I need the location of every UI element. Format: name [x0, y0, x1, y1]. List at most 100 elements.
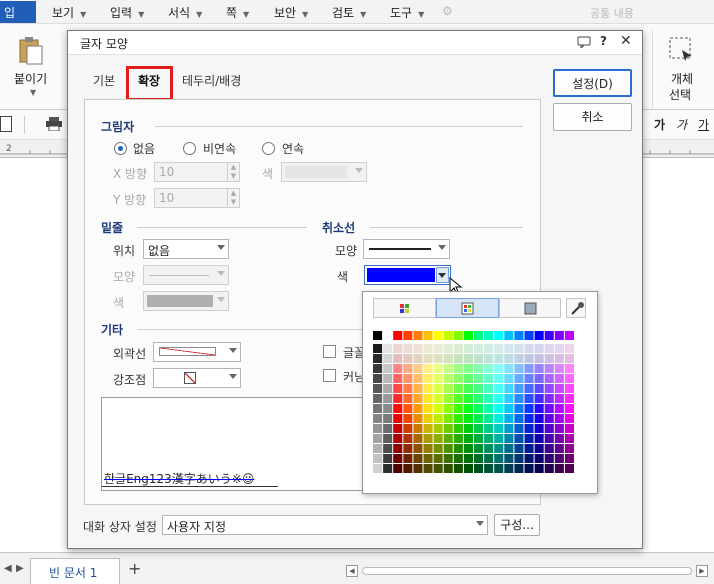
color-swatch[interactable] [453, 414, 463, 423]
color-swatch[interactable] [514, 454, 524, 463]
color-swatch[interactable] [423, 444, 433, 453]
color-swatch[interactable] [544, 354, 554, 363]
color-swatch[interactable] [554, 374, 564, 383]
color-swatch[interactable] [443, 354, 453, 363]
color-swatch[interactable] [514, 434, 524, 443]
color-swatch[interactable] [463, 464, 473, 473]
chevron-down-icon[interactable]: ▼ [30, 88, 36, 97]
color-swatch[interactable] [413, 384, 423, 393]
palette-tab-rgb[interactable] [436, 298, 499, 318]
color-swatch[interactable] [423, 344, 433, 353]
color-swatch[interactable] [484, 344, 494, 353]
color-swatch[interactable] [494, 384, 504, 393]
outline-combo[interactable] [153, 342, 241, 362]
color-swatch[interactable] [544, 394, 554, 403]
color-swatch[interactable] [373, 444, 383, 453]
color-swatch[interactable] [383, 364, 393, 373]
color-swatch[interactable] [474, 444, 484, 453]
color-swatch[interactable] [544, 434, 554, 443]
color-swatch[interactable] [484, 414, 494, 423]
color-swatch[interactable] [554, 414, 564, 423]
color-swatch[interactable] [564, 384, 574, 393]
color-swatch[interactable] [514, 331, 524, 340]
color-swatch[interactable] [494, 434, 504, 443]
combo-button[interactable] [436, 267, 449, 283]
color-swatch[interactable] [453, 331, 463, 340]
color-swatch[interactable] [554, 424, 564, 433]
menu-item-page[interactable]: 쪽 ▼ [226, 4, 249, 21]
color-swatch[interactable] [413, 344, 423, 353]
color-swatch[interactable] [504, 344, 514, 353]
shadow-none-radio[interactable] [114, 142, 127, 155]
color-swatch[interactable] [484, 374, 494, 383]
color-swatch[interactable] [383, 434, 393, 443]
color-swatch[interactable] [564, 404, 574, 413]
color-swatch[interactable] [564, 394, 574, 403]
color-swatch[interactable] [423, 364, 433, 373]
color-swatch[interactable] [524, 374, 534, 383]
hscroll-right-button[interactable]: ▶ [696, 565, 708, 577]
underline-button[interactable]: 가 [698, 116, 709, 133]
color-swatch[interactable] [544, 424, 554, 433]
help-icon[interactable]: ? [600, 34, 607, 48]
menu-item-security[interactable]: 보안 ▼ [274, 4, 308, 21]
color-swatch[interactable] [474, 414, 484, 423]
bold-button[interactable]: 가 [654, 116, 665, 133]
color-swatch[interactable] [514, 384, 524, 393]
color-swatch[interactable] [524, 434, 534, 443]
color-swatch[interactable] [494, 394, 504, 403]
color-swatch[interactable] [564, 424, 574, 433]
color-swatch[interactable] [524, 404, 534, 413]
color-swatch[interactable] [443, 384, 453, 393]
color-swatch[interactable] [443, 344, 453, 353]
color-swatch[interactable] [403, 331, 413, 340]
color-swatch[interactable] [373, 344, 383, 353]
color-swatch[interactable] [484, 444, 494, 453]
color-swatch[interactable] [474, 374, 484, 383]
color-swatch[interactable] [403, 394, 413, 403]
color-swatch[interactable] [494, 344, 504, 353]
color-swatch[interactable] [413, 414, 423, 423]
color-swatch[interactable] [393, 374, 403, 383]
color-swatch[interactable] [413, 434, 423, 443]
strike-shape-combo[interactable] [363, 239, 450, 259]
color-swatch[interactable] [433, 464, 443, 473]
color-swatch[interactable] [393, 424, 403, 433]
color-swatch[interactable] [474, 454, 484, 463]
color-swatch[interactable] [413, 454, 423, 463]
strike-color-combo[interactable] [364, 265, 451, 285]
spin-icon[interactable]: ▲ ▼ [227, 189, 239, 207]
color-swatch[interactable] [453, 404, 463, 413]
color-swatch[interactable] [393, 354, 403, 363]
color-swatch[interactable] [524, 354, 534, 363]
color-swatch[interactable] [413, 424, 423, 433]
color-swatch[interactable] [433, 384, 443, 393]
color-swatch[interactable] [463, 354, 473, 363]
color-swatch[interactable] [423, 464, 433, 473]
color-swatch[interactable] [393, 384, 403, 393]
color-swatch[interactable] [524, 384, 534, 393]
color-swatch[interactable] [474, 434, 484, 443]
color-swatch[interactable] [393, 434, 403, 443]
color-swatch[interactable] [484, 424, 494, 433]
color-swatch[interactable] [484, 454, 494, 463]
chat-icon[interactable] [577, 36, 591, 50]
color-swatch[interactable] [514, 344, 524, 353]
color-swatch[interactable] [504, 444, 514, 453]
color-swatch[interactable] [423, 374, 433, 383]
color-swatch[interactable] [373, 384, 383, 393]
color-swatch[interactable] [413, 354, 423, 363]
color-swatch[interactable] [484, 331, 494, 340]
color-swatch[interactable] [564, 344, 574, 353]
color-swatch[interactable] [383, 464, 393, 473]
color-swatch[interactable] [484, 364, 494, 373]
color-swatch[interactable] [504, 414, 514, 423]
color-swatch[interactable] [504, 464, 514, 473]
close-icon[interactable]: ✕ [620, 33, 632, 49]
color-swatch[interactable] [433, 404, 443, 413]
color-swatch[interactable] [413, 364, 423, 373]
color-swatch[interactable] [514, 444, 524, 453]
color-swatch[interactable] [453, 424, 463, 433]
color-swatch[interactable] [453, 464, 463, 473]
select-object-icon[interactable] [668, 36, 694, 62]
